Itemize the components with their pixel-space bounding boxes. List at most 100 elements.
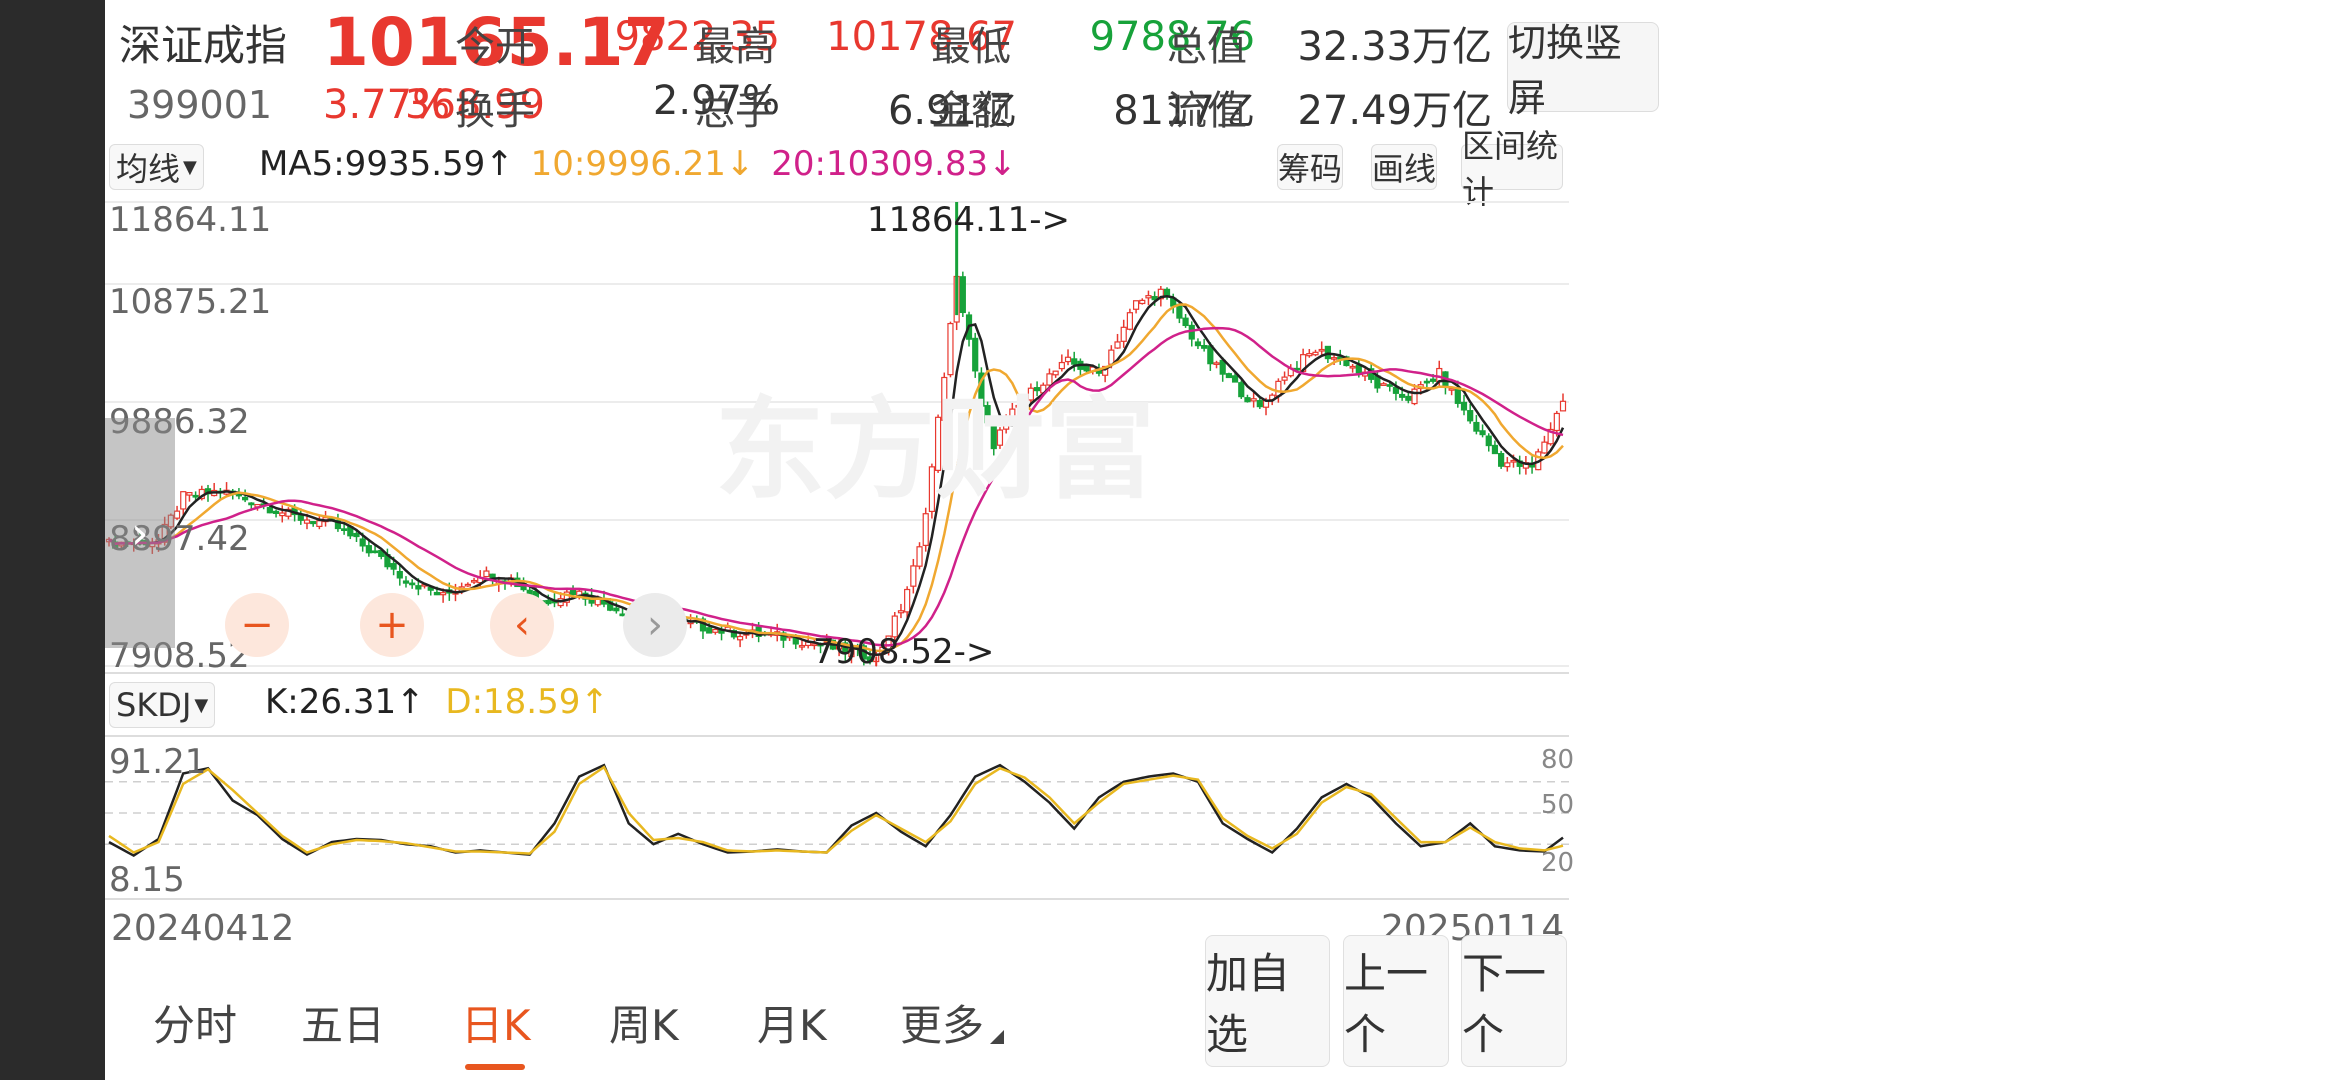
tab-daily-k[interactable]: 日K bbox=[461, 992, 531, 1053]
candle-down bbox=[266, 507, 273, 514]
indicator-selector[interactable]: SKDJ ▼ bbox=[109, 682, 216, 728]
date-start: 20240412 bbox=[111, 908, 295, 949]
ma-selector-label: 均线 bbox=[116, 150, 181, 188]
candle-up bbox=[910, 565, 917, 587]
candle-down bbox=[1491, 444, 1499, 455]
candle-up bbox=[1448, 388, 1455, 391]
tab-five-day[interactable]: 五日 bbox=[301, 992, 385, 1053]
ma5-arrow: ↑ bbox=[485, 144, 514, 184]
candle-down bbox=[235, 493, 243, 497]
chips-button[interactable]: 筹码 bbox=[1277, 144, 1343, 190]
chevron-down-icon: ▼ bbox=[194, 694, 209, 716]
add-watchlist-button[interactable]: 加自选 bbox=[1205, 935, 1330, 1067]
next-button[interactable]: 下一个 bbox=[1461, 935, 1567, 1067]
candle-up bbox=[904, 588, 911, 613]
candle-up bbox=[303, 519, 311, 524]
index-code: 399001 bbox=[127, 83, 273, 127]
candle-down bbox=[1479, 430, 1486, 436]
field-value-total-value: 32.33万亿 bbox=[1297, 24, 1492, 70]
previous-button[interactable]: 上一个 bbox=[1343, 935, 1449, 1067]
d-arrow: ↑ bbox=[580, 682, 609, 722]
candle-down bbox=[297, 514, 304, 521]
candle-up bbox=[1139, 299, 1146, 305]
y-label-1: 11864.11 bbox=[109, 200, 272, 240]
tab-more[interactable]: 更多 bbox=[900, 992, 984, 1053]
candle-down bbox=[1182, 317, 1189, 327]
candle-down bbox=[1256, 400, 1263, 408]
candle-down bbox=[613, 607, 620, 612]
candle-down bbox=[1238, 382, 1245, 398]
more-corner-icon bbox=[990, 1030, 1004, 1044]
candle-up bbox=[1306, 353, 1313, 357]
candle-down bbox=[1231, 375, 1239, 383]
candle-down bbox=[1207, 345, 1214, 365]
candle-down bbox=[1244, 397, 1251, 403]
ma-selector[interactable]: 均线 ▼ bbox=[109, 144, 204, 190]
candle-down bbox=[1454, 387, 1461, 404]
candle-down bbox=[1201, 345, 1208, 349]
field-label-high: 最高 bbox=[695, 24, 775, 70]
candle-up bbox=[464, 583, 471, 587]
ref-level-50: 50 bbox=[1541, 790, 1575, 820]
scroll-left-button[interactable]: ‹ bbox=[490, 593, 554, 657]
candle-down bbox=[706, 627, 713, 634]
candle-up bbox=[1275, 380, 1282, 397]
scroll-right-button[interactable]: › bbox=[623, 593, 687, 657]
candle-up bbox=[1436, 367, 1443, 382]
candle-up bbox=[736, 635, 744, 641]
ma20-arrow: ↓ bbox=[988, 144, 1017, 184]
candle-up bbox=[173, 510, 181, 519]
candle-down bbox=[1386, 384, 1393, 387]
candle-up bbox=[1213, 362, 1220, 365]
candle-down bbox=[341, 528, 348, 531]
switch-portrait-button[interactable]: 切换竖屏 bbox=[1507, 21, 1659, 120]
chart-nav-panel[interactable]: › bbox=[105, 418, 175, 648]
tab-monthly-k[interactable]: 月K bbox=[757, 992, 827, 1053]
draw-line-button[interactable]: 画线 bbox=[1371, 144, 1437, 190]
candle-up bbox=[1132, 300, 1140, 310]
tab-weekly-k[interactable]: 周K bbox=[609, 992, 679, 1053]
candle-down bbox=[353, 532, 360, 538]
candle-down bbox=[1399, 393, 1406, 398]
chart-watermark: 东方财富 bbox=[715, 386, 1155, 514]
candle-down bbox=[1225, 373, 1232, 379]
candle-up bbox=[1559, 400, 1567, 412]
high-marker: 11864.11-> bbox=[867, 200, 1070, 240]
candle-up bbox=[1380, 383, 1387, 386]
candle-down bbox=[310, 521, 317, 525]
ma10-value: 10:9996.21 bbox=[530, 144, 726, 184]
candle-up bbox=[1411, 388, 1418, 405]
ma5-value: MA5:9935.59 bbox=[259, 144, 486, 184]
candle-down bbox=[371, 550, 379, 554]
ma20-value: 20:10309.83 bbox=[771, 144, 989, 184]
candle-up bbox=[316, 520, 323, 527]
candle-up bbox=[483, 570, 490, 578]
k-line bbox=[108, 763, 1564, 858]
zoom-in-button[interactable]: + bbox=[360, 593, 424, 657]
candle-down bbox=[959, 276, 966, 314]
ind-y-label-low: 8.15 bbox=[109, 860, 185, 900]
active-tab-indicator bbox=[465, 1064, 525, 1070]
candle-up bbox=[180, 491, 187, 510]
candle-down bbox=[1423, 380, 1430, 384]
candle-up bbox=[916, 546, 923, 567]
candle-up bbox=[1330, 357, 1338, 360]
y-label-2: 10875.21 bbox=[109, 282, 272, 322]
tab-intraday[interactable]: 分时 bbox=[153, 992, 237, 1053]
skdj-chart[interactable] bbox=[105, 735, 1569, 900]
candle-up bbox=[1504, 462, 1511, 468]
field-label-open: 今开 bbox=[455, 24, 535, 70]
range-stats-button[interactable]: 区间统计 bbox=[1461, 127, 1563, 211]
candle-up bbox=[1114, 341, 1121, 349]
field-label-turnover: 换手 bbox=[455, 88, 535, 134]
candle-down bbox=[396, 570, 403, 579]
candle-down bbox=[1473, 421, 1480, 432]
field-label-float-value: 流值 bbox=[1167, 88, 1247, 134]
candle-up bbox=[1541, 441, 1548, 454]
candle-down bbox=[402, 580, 410, 584]
indicator-values: K:26.31↑ D:18.59↑ bbox=[265, 682, 609, 722]
candle-up bbox=[186, 491, 193, 496]
candle-up bbox=[440, 592, 447, 596]
candle-down bbox=[1467, 410, 1474, 422]
zoom-out-button[interactable]: − bbox=[225, 593, 289, 657]
